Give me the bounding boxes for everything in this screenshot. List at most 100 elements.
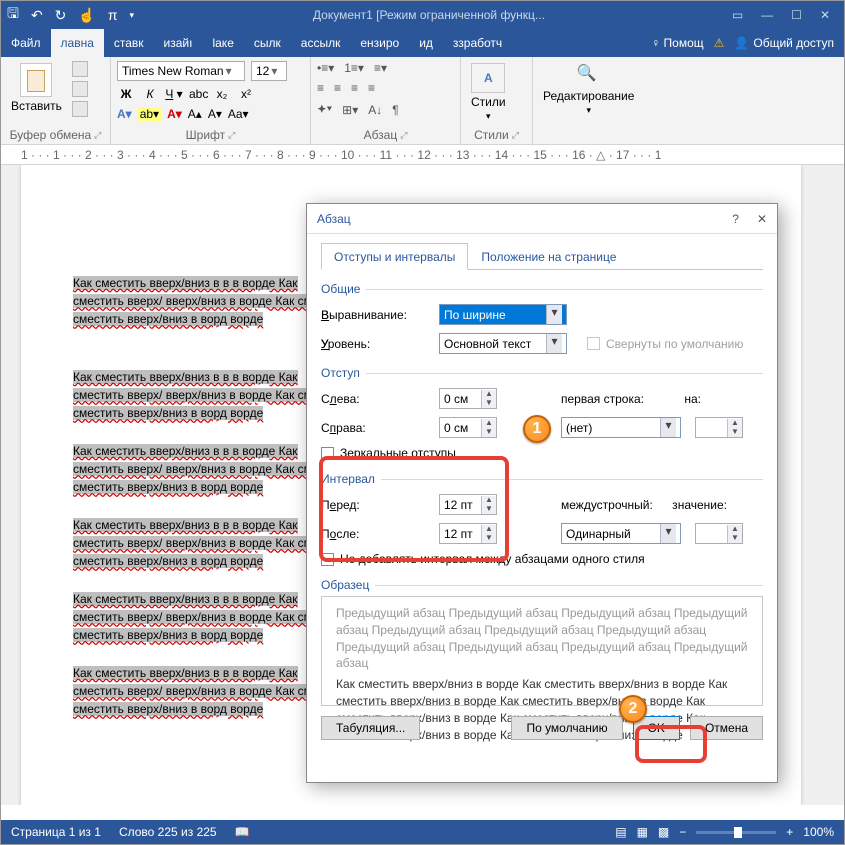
first-line-by-spinner[interactable]: ▲▼ [695,417,743,438]
zoom-slider[interactable] [696,831,776,834]
font-size-combo[interactable]: 12▾ [251,61,287,81]
redo-icon[interactable]: ↻ [55,7,67,24]
copy-icon[interactable] [72,81,88,97]
strike-button[interactable]: abc [189,87,207,101]
subscript-button[interactable]: x₂ [213,87,231,101]
alignment-label: ВВыравнивание: [321,308,431,322]
close-icon[interactable]: ✕ [820,8,830,22]
grow-font-icon[interactable]: A▴ [188,107,202,121]
indent-left-label: Слева: [321,392,431,406]
dialog-help-icon[interactable]: ? [732,212,739,226]
bullets-icon[interactable]: •≡▾ [317,61,334,75]
save-icon[interactable]: 🖫 [7,3,19,27]
line-spacing-combo[interactable]: Одинарный▾ [561,523,681,544]
font-group-label: Шрифт [186,128,225,142]
styles-button[interactable]: A Стили▾ [467,61,510,124]
view-print-icon[interactable]: ▦ [637,825,648,839]
borders-icon[interactable]: ⊞▾ [342,103,358,117]
spacing-before-spinner[interactable]: 12 пт▲▼ [439,494,497,515]
cancel-button[interactable]: Отмена [690,716,763,740]
tab-review[interactable]: ензиро [350,29,409,57]
tab-insert[interactable]: ставк [104,29,154,57]
section-sample: Образец [321,578,763,592]
tab-references[interactable]: сылк [244,29,291,57]
format-painter-icon[interactable] [72,101,88,117]
mirror-indents-checkbox[interactable] [321,447,334,460]
underline-button[interactable]: Ч ▾ [165,87,183,101]
word-count[interactable]: Слово 225 из 225 [119,825,217,839]
tab-design[interactable]: изайı [154,29,203,57]
no-space-same-style-checkbox[interactable] [321,553,334,566]
tab-indents-spacing[interactable]: Отступы и интервалы [321,243,468,270]
highlight-icon[interactable]: ab▾ [138,107,161,121]
change-case-icon[interactable]: Aa▾ [228,107,249,121]
callout-badge-2: 2 [619,695,647,723]
font-name-combo[interactable]: Times New Roman▾ [117,61,245,81]
paste-button[interactable]: Вставить [7,61,66,115]
spacing-after-spinner[interactable]: 12 пт▲▼ [439,523,497,544]
qat-dropdown-icon[interactable]: ▾ [130,10,135,21]
page-status[interactable]: Страница 1 из 1 [11,825,101,839]
bold-button[interactable]: Ж [117,87,135,101]
window-controls: ▭ — ☐ ✕ [718,8,844,22]
multilevel-icon[interactable]: ≡▾ [374,61,387,75]
ruler[interactable]: 1 · · · 1 · · · 2 · · · 3 · · · 4 · · · … [1,145,844,165]
tab-layout[interactable]: lаке [202,29,243,57]
share-button[interactable]: 👤 Общий доступ [734,36,834,50]
tab-home[interactable]: лавна [51,29,104,57]
spellcheck-icon[interactable]: 📖 [235,825,250,839]
align-right-icon[interactable]: ≡ [351,81,358,95]
line-spacing-at-spinner[interactable]: ▲▼ [695,523,743,544]
show-marks-icon[interactable]: ¶ [392,103,398,117]
undo-icon[interactable]: ↶ [31,7,43,24]
first-line-combo[interactable]: (нет)▾ [561,417,681,438]
tab-file[interactable]: Файл [1,29,51,57]
tabs-button[interactable]: Табуляция... [321,716,420,740]
italic-button[interactable]: К [141,87,159,101]
dialog-titlebar[interactable]: Абзац ? ✕ [307,204,777,234]
zoom-level[interactable]: 100% [803,825,834,839]
align-left-icon[interactable]: ≡ [317,81,324,95]
superscript-button[interactable]: x² [237,87,255,101]
shrink-font-icon[interactable]: A▾ [208,107,222,121]
ribbon-options-icon[interactable]: ▭ [732,8,743,22]
numbering-icon[interactable]: 1≡▾ [344,61,364,75]
indent-right-label: Справа: [321,421,431,435]
status-bar: Страница 1 из 1 Слово 225 из 225 📖 ▤ ▦ ▩… [1,820,844,844]
font-color-icon[interactable]: A▾ [167,107,182,121]
clipboard-group-label: Буфер обмена [10,128,92,142]
text-effects-icon[interactable]: A▾ [117,107,132,121]
zoom-in-icon[interactable]: + [786,825,793,839]
touch-icon[interactable]: ☝ [78,7,95,24]
cut-icon[interactable] [72,61,88,77]
minimize-icon[interactable]: — [761,8,773,22]
line-spacing-label: междустрочный: [561,498,663,512]
view-web-icon[interactable]: ▩ [658,825,669,839]
collapsed-checkbox [587,337,600,350]
alignment-combo[interactable]: По ширине▾ [439,304,567,325]
outline-level-combo[interactable]: Основной текст▾ [439,333,567,354]
tab-line-page-breaks[interactable]: Положение на странице [468,243,629,270]
view-read-icon[interactable]: ▤ [615,825,626,839]
equation-icon[interactable]: π [108,7,118,23]
warning-icon[interactable]: ⚠ [714,36,725,50]
tab-developer[interactable]: ззработч [443,29,512,57]
dialog-close-icon[interactable]: ✕ [757,212,767,226]
tab-mailings[interactable]: ассылк [291,29,351,57]
set-default-button[interactable]: По умолчанию [511,716,622,740]
zoom-out-icon[interactable]: − [679,825,686,839]
align-center-icon[interactable]: ≡ [334,81,341,95]
indent-left-spinner[interactable]: 0 см▲▼ [439,388,497,409]
maximize-icon[interactable]: ☐ [791,8,802,22]
dialog-title: Абзац [317,212,351,226]
tab-view[interactable]: ид [409,29,443,57]
spacing-before-label: Перед: [321,498,431,512]
shading-icon[interactable]: 🟆▾ [317,101,332,119]
section-general: Общие [321,282,763,296]
help-icon[interactable]: ♀ Помощ [651,36,703,50]
sort-icon[interactable]: A↓ [368,103,382,117]
indent-right-spinner[interactable]: 0 см▲▼ [439,417,497,438]
editing-button[interactable]: 🔍 Редактирование▾ [539,61,638,118]
justify-icon[interactable]: ≡ [368,81,375,95]
section-indent: Отступ [321,366,763,380]
